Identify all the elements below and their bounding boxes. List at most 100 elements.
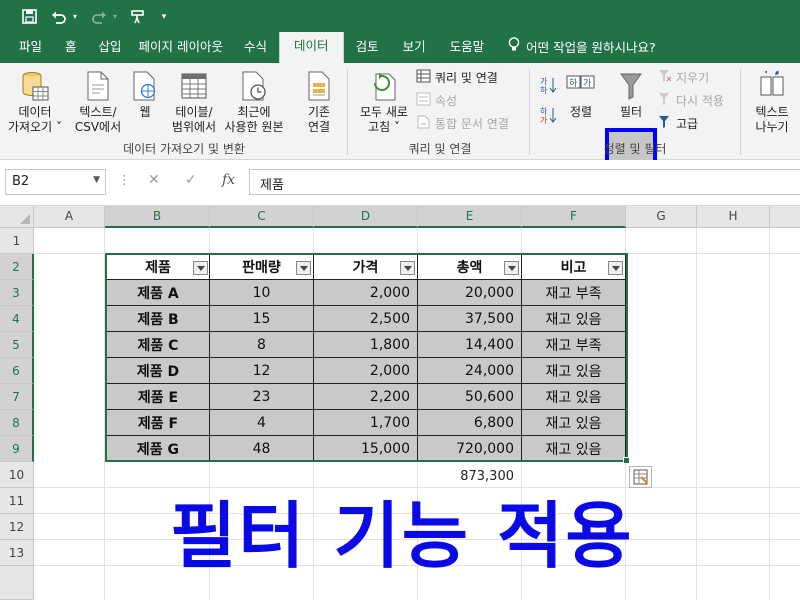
formula-bar-grip-icon[interactable]: ⋮: [118, 173, 131, 188]
tab-page-layout[interactable]: 페이지 레이아웃: [130, 33, 232, 63]
existing-connections-button[interactable]: 기존 연결: [296, 67, 342, 135]
table-cell[interactable]: 재고 부족: [522, 280, 626, 306]
table-cell[interactable]: 2,000: [314, 358, 418, 384]
tab-review[interactable]: 검토: [344, 33, 391, 63]
sort-desc-button[interactable]: 하가: [540, 106, 557, 127]
from-web-button[interactable]: 웹: [128, 67, 162, 120]
column-header-F[interactable]: F: [522, 206, 626, 228]
table-cell[interactable]: 제품 G: [106, 436, 210, 462]
get-data-button[interactable]: 데이터 가져오기 ˅: [6, 67, 64, 135]
save-icon[interactable]: [18, 0, 40, 33]
quick-analysis-icon[interactable]: [629, 466, 652, 488]
sort-button[interactable]: 하가 정렬: [562, 67, 600, 120]
table-cell[interactable]: 재고 부족: [522, 332, 626, 358]
name-box[interactable]: B2 ▼: [5, 169, 106, 195]
table-cell[interactable]: 제품 B: [106, 306, 210, 332]
name-box-dropdown-icon[interactable]: ▼: [93, 175, 100, 185]
table-cell[interactable]: 15: [210, 306, 314, 332]
tab-help[interactable]: 도움말: [438, 33, 497, 63]
edit-links-button[interactable]: 통합 문서 연결: [416, 115, 509, 132]
table-cell[interactable]: 23: [210, 384, 314, 410]
select-all-button[interactable]: [0, 206, 34, 228]
table-cell[interactable]: 제품 A: [106, 280, 210, 306]
row-header-12[interactable]: 12: [0, 514, 34, 540]
undo-icon[interactable]: [48, 0, 70, 33]
table-cell[interactable]: 8: [210, 332, 314, 358]
tab-formulas[interactable]: 수식: [232, 33, 279, 63]
table-cell[interactable]: 48: [210, 436, 314, 462]
table-cell[interactable]: 2,200: [314, 384, 418, 410]
table-cell[interactable]: 재고 있음: [522, 410, 626, 436]
table-cell[interactable]: 15,000: [314, 436, 418, 462]
recent-sources-button[interactable]: 최근에 사용한 원본: [218, 67, 290, 135]
filter-dropdown-button[interactable]: [296, 261, 311, 275]
tab-view[interactable]: 보기: [391, 33, 438, 63]
row-header-11[interactable]: 11: [0, 488, 34, 514]
row-header-10[interactable]: 10: [0, 462, 34, 488]
table-cell[interactable]: 재고 있음: [522, 384, 626, 410]
format-painter-icon[interactable]: [126, 0, 148, 33]
table-cell[interactable]: 37,500: [418, 306, 522, 332]
tab-data[interactable]: 데이터: [279, 32, 344, 63]
row-header-4[interactable]: 4: [0, 306, 34, 332]
advanced-filter-button[interactable]: 고급: [658, 115, 698, 132]
formula-input[interactable]: 제품: [249, 169, 800, 195]
row-header-6[interactable]: 6: [0, 358, 34, 384]
fill-handle[interactable]: [623, 457, 630, 464]
table-header-cell[interactable]: 비고: [522, 254, 626, 280]
table-cell[interactable]: 14,400: [418, 332, 522, 358]
column-header-A[interactable]: A: [34, 206, 105, 228]
from-table-range-button[interactable]: 테이블/ 범위에서: [166, 67, 222, 135]
customize-qat-icon[interactable]: ▾: [158, 0, 170, 33]
table-cell[interactable]: 2,000: [314, 280, 418, 306]
tab-home[interactable]: 홈: [51, 33, 91, 63]
column-header-E[interactable]: E: [418, 206, 522, 228]
table-cell[interactable]: 재고 있음: [522, 306, 626, 332]
properties-button[interactable]: 속성: [416, 92, 457, 109]
tab-insert[interactable]: 삽입: [91, 33, 130, 63]
filter-dropdown-button[interactable]: [504, 261, 519, 275]
table-cell[interactable]: 12: [210, 358, 314, 384]
table-cell[interactable]: 제품 C: [106, 332, 210, 358]
from-text-csv-button[interactable]: 텍스트/ CSV에서: [70, 67, 126, 135]
total-cell[interactable]: 873,300: [418, 463, 522, 489]
row-header-8[interactable]: 8: [0, 410, 34, 436]
row-header-1[interactable]: 1: [0, 228, 34, 254]
row-header-2[interactable]: 2: [0, 254, 34, 280]
queries-connections-button[interactable]: 쿼리 및 연결: [416, 69, 498, 86]
filter-dropdown-button[interactable]: [193, 261, 208, 275]
filter-dropdown-button[interactable]: [400, 261, 415, 275]
tab-file[interactable]: 파일: [10, 33, 51, 63]
filter-button[interactable]: 필터: [609, 67, 653, 120]
table-cell[interactable]: 24,000: [418, 358, 522, 384]
table-header-cell[interactable]: 판매량: [210, 254, 314, 280]
row-header-7[interactable]: 7: [0, 384, 34, 410]
filter-dropdown-button[interactable]: [608, 261, 623, 275]
undo-dropdown-icon[interactable]: ▾: [70, 0, 80, 33]
table-cell[interactable]: 4: [210, 410, 314, 436]
table-cell[interactable]: 50,600: [418, 384, 522, 410]
refresh-all-button[interactable]: 모두 새로 고침 ˅: [354, 67, 414, 135]
redo-icon[interactable]: [88, 0, 110, 33]
row-header-3[interactable]: 3: [0, 280, 34, 306]
row-header-13[interactable]: 13: [0, 540, 34, 566]
column-header-H[interactable]: H: [697, 206, 770, 228]
table-cell[interactable]: 1,700: [314, 410, 418, 436]
column-header-D[interactable]: D: [314, 206, 418, 228]
cancel-formula-icon[interactable]: ✕: [148, 172, 160, 188]
reapply-filter-button[interactable]: 다시 적용: [658, 92, 724, 109]
column-header-I[interactable]: [770, 206, 800, 228]
column-header-B[interactable]: B: [105, 206, 210, 228]
table-cell[interactable]: 6,800: [418, 410, 522, 436]
table-header-cell[interactable]: 총액: [418, 254, 522, 280]
row-header-5[interactable]: 5: [0, 332, 34, 358]
table-cell[interactable]: 2,500: [314, 306, 418, 332]
row-header-14[interactable]: [0, 566, 34, 600]
column-header-G[interactable]: G: [626, 206, 697, 228]
table-cell[interactable]: 제품 D: [106, 358, 210, 384]
insert-function-icon[interactable]: fx: [222, 172, 235, 188]
clear-filter-button[interactable]: 지우기: [658, 69, 709, 86]
table-cell[interactable]: 재고 있음: [522, 436, 626, 462]
table-cell[interactable]: 재고 있음: [522, 358, 626, 384]
redo-dropdown-icon[interactable]: ▾: [110, 0, 120, 33]
